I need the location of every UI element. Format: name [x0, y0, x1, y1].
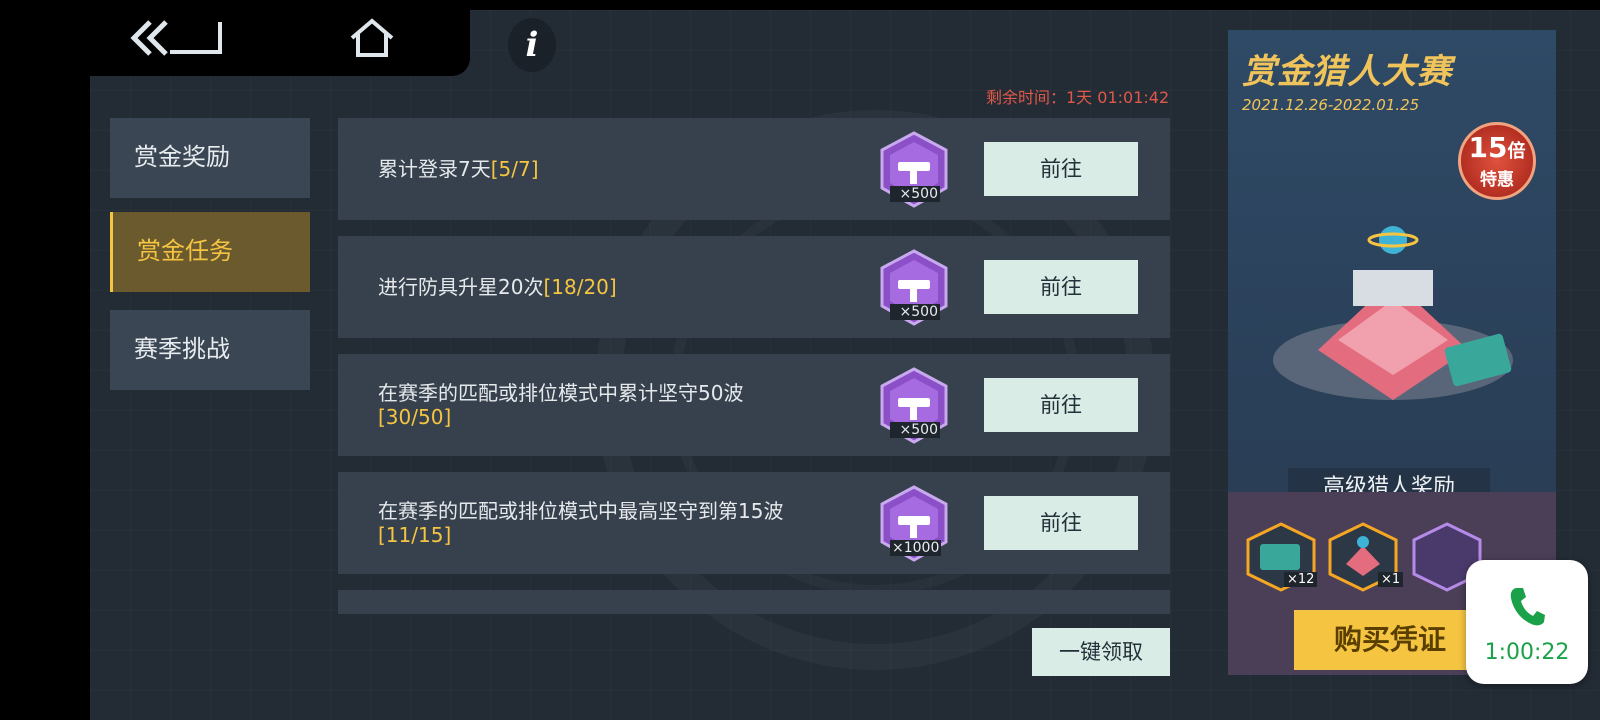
- call-duration: 1:00:22: [1484, 640, 1570, 665]
- event-dates: 2021.12.26-2022.01.25: [1242, 96, 1420, 114]
- phone-icon: [1510, 588, 1545, 626]
- home-icon: [350, 18, 394, 57]
- task-row-partial: [338, 590, 1170, 614]
- task-description: 在赛季的匹配或排位模式中累计坚守50波 [30/50]: [378, 354, 828, 456]
- task-text: 在赛季的匹配或排位模式中累计坚守50波: [378, 381, 744, 405]
- task-progress: [30/50]: [378, 405, 452, 429]
- badge-text: 特惠: [1480, 170, 1514, 190]
- event-title: 赏金猎人大赛: [1242, 52, 1452, 92]
- task-description: 累计登录7天[5/7]: [378, 118, 828, 220]
- task-text: 进行防具升星20次: [378, 275, 544, 299]
- badge-number: 15: [1468, 131, 1508, 164]
- go-button[interactable]: 前往: [984, 378, 1138, 432]
- reward-quantity: ×1000: [890, 540, 942, 556]
- task-progress: [18/20]: [543, 275, 617, 299]
- task-list[interactable]: 累计登录7天[5/7] ×500 前往 进行防具升星20次[18/20] ×50…: [338, 118, 1170, 614]
- double-chevron-back-icon: [130, 20, 222, 56]
- claim-all-button[interactable]: 一键领取: [1032, 628, 1170, 676]
- reward-quantity: ×1: [1378, 572, 1404, 587]
- task-text: 累计登录7天: [378, 157, 491, 181]
- info-button[interactable]: i: [508, 18, 556, 72]
- go-button[interactable]: 前往: [984, 260, 1138, 314]
- discount-badge: 15倍 特惠: [1458, 122, 1536, 200]
- go-button[interactable]: 前往: [984, 496, 1138, 550]
- go-button[interactable]: 前往: [984, 142, 1138, 196]
- task-row: 在赛季的匹配或排位模式中最高坚守到第15波 [11/15] ×1000 前往: [338, 472, 1170, 574]
- reward-quantity: ×500: [890, 186, 940, 202]
- call-widget[interactable]: 1:00:22: [1466, 560, 1588, 684]
- task-row: 在赛季的匹配或排位模式中累计坚守50波 [30/50] ×500 前往: [338, 354, 1170, 456]
- task-row: 进行防具升星20次[18/20] ×500 前往: [338, 236, 1170, 338]
- task-progress: [5/7]: [490, 157, 539, 181]
- task-text: 在赛季的匹配或排位模式中最高坚守到第15波: [378, 499, 784, 523]
- reward-quantity: ×500: [890, 422, 940, 438]
- task-progress: [11/15]: [378, 523, 452, 547]
- task-description: 在赛季的匹配或排位模式中最高坚守到第15波 [11/15]: [378, 472, 828, 574]
- reward-quantity: ×500: [890, 304, 940, 320]
- buy-pass-button[interactable]: 购买凭证: [1294, 610, 1494, 670]
- reward-chest-icon: [1273, 226, 1513, 400]
- task-row: 累计登录7天[5/7] ×500 前往: [338, 118, 1170, 220]
- task-description: 进行防具升星20次[18/20]: [378, 236, 828, 338]
- badge-unit: 倍: [1507, 141, 1526, 162]
- tab-bounty-tasks[interactable]: 赏金任务: [110, 212, 310, 292]
- home-button[interactable]: [350, 18, 394, 58]
- tab-season-challenge[interactable]: 赛季挑战: [110, 310, 310, 390]
- tab-bounty-rewards[interactable]: 赏金奖励: [110, 118, 310, 198]
- remaining-time: 剩余时间：1天 01:01:42: [986, 88, 1170, 107]
- reward-quantity: ×12: [1284, 572, 1318, 587]
- back-button[interactable]: [130, 18, 226, 58]
